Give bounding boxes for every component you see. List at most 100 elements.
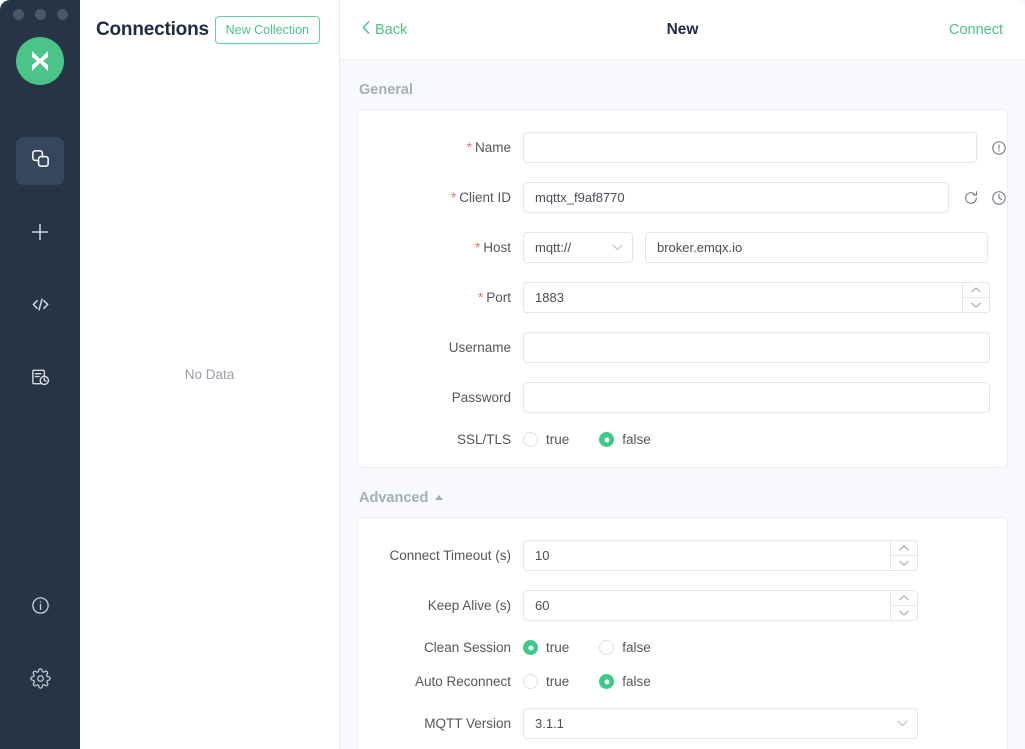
advanced-section-label: Advanced	[359, 490, 429, 506]
keep-alive-increment-button[interactable]	[891, 591, 917, 606]
auto-reconnect-false-label: false	[622, 674, 651, 689]
mqttx-logo	[16, 37, 64, 85]
maximize-window-button[interactable]	[57, 9, 68, 20]
connect-timeout-label: Connect Timeout (s)	[389, 548, 511, 563]
form-row-username: Username	[358, 332, 1007, 363]
auto-reconnect-option-false[interactable]: false	[599, 674, 651, 689]
client-id-input[interactable]	[523, 182, 949, 213]
auto-reconnect-radio-group: true false	[523, 674, 651, 689]
info-circle-icon[interactable]	[991, 140, 1007, 156]
radio-icon	[599, 640, 615, 655]
sidebar-item-about[interactable]	[16, 584, 64, 632]
general-card: * Name * Client ID mqttx_f9af8770 * Host…	[357, 109, 1008, 468]
username-label: Username	[448, 340, 511, 355]
clean-session-option-true[interactable]: true	[523, 640, 569, 655]
mqtt-version-value: 3.1.1	[535, 716, 564, 731]
auto-reconnect-option-true[interactable]: true	[523, 674, 569, 689]
clean-session-option-false[interactable]: false	[599, 640, 651, 655]
port-decrement-button[interactable]	[963, 298, 989, 312]
sidebar-item-logs[interactable]	[16, 356, 64, 404]
radio-icon	[523, 432, 538, 447]
code-icon	[29, 293, 52, 321]
keep-alive-stepper	[523, 590, 918, 621]
password-input[interactable]	[523, 382, 990, 413]
connect-timeout-increment-button[interactable]	[891, 541, 917, 556]
page-title: Connections	[96, 19, 209, 40]
ssl-tls-option-false[interactable]: false	[599, 432, 651, 447]
form-row-clean-session: Clean Session true false	[358, 640, 1007, 655]
app-window: Connections New Collection No Data Back …	[0, 0, 1025, 749]
password-label: Password	[451, 390, 511, 405]
sidebar-item-connections[interactable]	[16, 137, 64, 185]
connect-timeout-decrement-button[interactable]	[891, 556, 917, 570]
mqttx-logo-mark	[32, 51, 48, 71]
sidebar-item-scripts[interactable]	[16, 283, 64, 331]
connections-list: No Data	[80, 60, 339, 749]
ssl-tls-false-label: false	[622, 432, 651, 447]
port-increment-button[interactable]	[963, 283, 989, 298]
ssl-tls-true-label: true	[546, 432, 570, 447]
port-spinner	[962, 282, 990, 313]
main-title: New	[666, 20, 699, 38]
clock-icon[interactable]	[991, 190, 1007, 206]
port-label-text: Port	[486, 290, 511, 305]
keep-alive-decrement-button[interactable]	[891, 606, 917, 620]
empty-state-text: No Data	[184, 367, 235, 382]
required-marker: *	[474, 240, 481, 255]
form-row-host: * Host mqtt://	[358, 232, 1007, 263]
form-row-mqtt-version: MQTT Version 3.1.1	[358, 708, 1007, 739]
sidebar-item-new-connection[interactable]	[16, 210, 64, 258]
auto-reconnect-label: Auto Reconnect	[414, 674, 511, 689]
port-input[interactable]	[523, 282, 962, 313]
form-row-name: * Name	[358, 132, 1007, 163]
radio-icon-selected	[523, 640, 538, 655]
rail-nav-group	[16, 137, 64, 429]
advanced-card: Connect Timeout (s) 10 Keep Alive (s) 60…	[357, 517, 1008, 749]
connect-timeout-input[interactable]	[523, 540, 890, 571]
name-input[interactable]	[523, 132, 977, 163]
chevron-down-icon	[612, 242, 623, 254]
form-row-password: Password	[358, 382, 1007, 413]
ssl-tls-label: SSL/TLS	[456, 432, 511, 447]
sidebar-item-settings[interactable]	[16, 657, 64, 705]
username-input[interactable]	[523, 332, 990, 363]
settings-icon	[29, 668, 51, 694]
auto-reconnect-true-label: true	[546, 674, 570, 689]
required-marker: *	[450, 190, 457, 205]
back-button[interactable]: Back	[362, 21, 407, 38]
main-content: Back New Connect General * Name * Client…	[340, 0, 1025, 749]
port-stepper	[523, 282, 990, 313]
mqtt-version-select[interactable]: 3.1.1	[523, 708, 918, 739]
ssl-tls-option-true[interactable]: true	[523, 432, 569, 447]
plus-icon	[29, 221, 51, 248]
host-label: * Host	[358, 240, 523, 255]
minimize-window-button[interactable]	[35, 9, 46, 20]
close-window-button[interactable]	[13, 9, 24, 20]
clean-session-true-label: true	[546, 640, 570, 655]
new-collection-button[interactable]: New Collection	[214, 16, 320, 44]
radio-icon-selected	[599, 432, 615, 447]
required-marker: *	[477, 290, 484, 305]
general-section-label: General	[359, 82, 413, 98]
main-header: Back New Connect	[340, 0, 1025, 60]
host-label-text: Host	[483, 240, 511, 255]
form-row-client-id: * Client ID	[358, 182, 1007, 213]
form-row-keep-alive: Keep Alive (s)	[358, 590, 1007, 621]
keep-alive-spinner	[890, 590, 918, 621]
required-marker: *	[466, 140, 472, 155]
connections-panel-header: Connections New Collection	[80, 0, 339, 60]
connect-button[interactable]: Connect	[949, 22, 1003, 38]
caret-up-icon	[434, 494, 444, 503]
advanced-section-title[interactable]: Advanced	[359, 490, 1008, 506]
connect-timeout-stepper	[523, 540, 918, 571]
radio-icon-selected	[599, 674, 615, 689]
host-protocol-select[interactable]: mqtt://	[523, 232, 633, 263]
connect-timeout-spinner	[890, 540, 918, 571]
host-input[interactable]	[645, 232, 988, 263]
general-section-title: General	[359, 82, 1008, 98]
keep-alive-input[interactable]	[523, 590, 890, 621]
name-label-text: Name	[474, 140, 511, 155]
keep-alive-label: Keep Alive (s)	[427, 598, 511, 613]
refresh-icon[interactable]	[963, 190, 979, 206]
form-scroll-area[interactable]: General * Name * Client ID mqttx_f9af877…	[340, 60, 1025, 749]
